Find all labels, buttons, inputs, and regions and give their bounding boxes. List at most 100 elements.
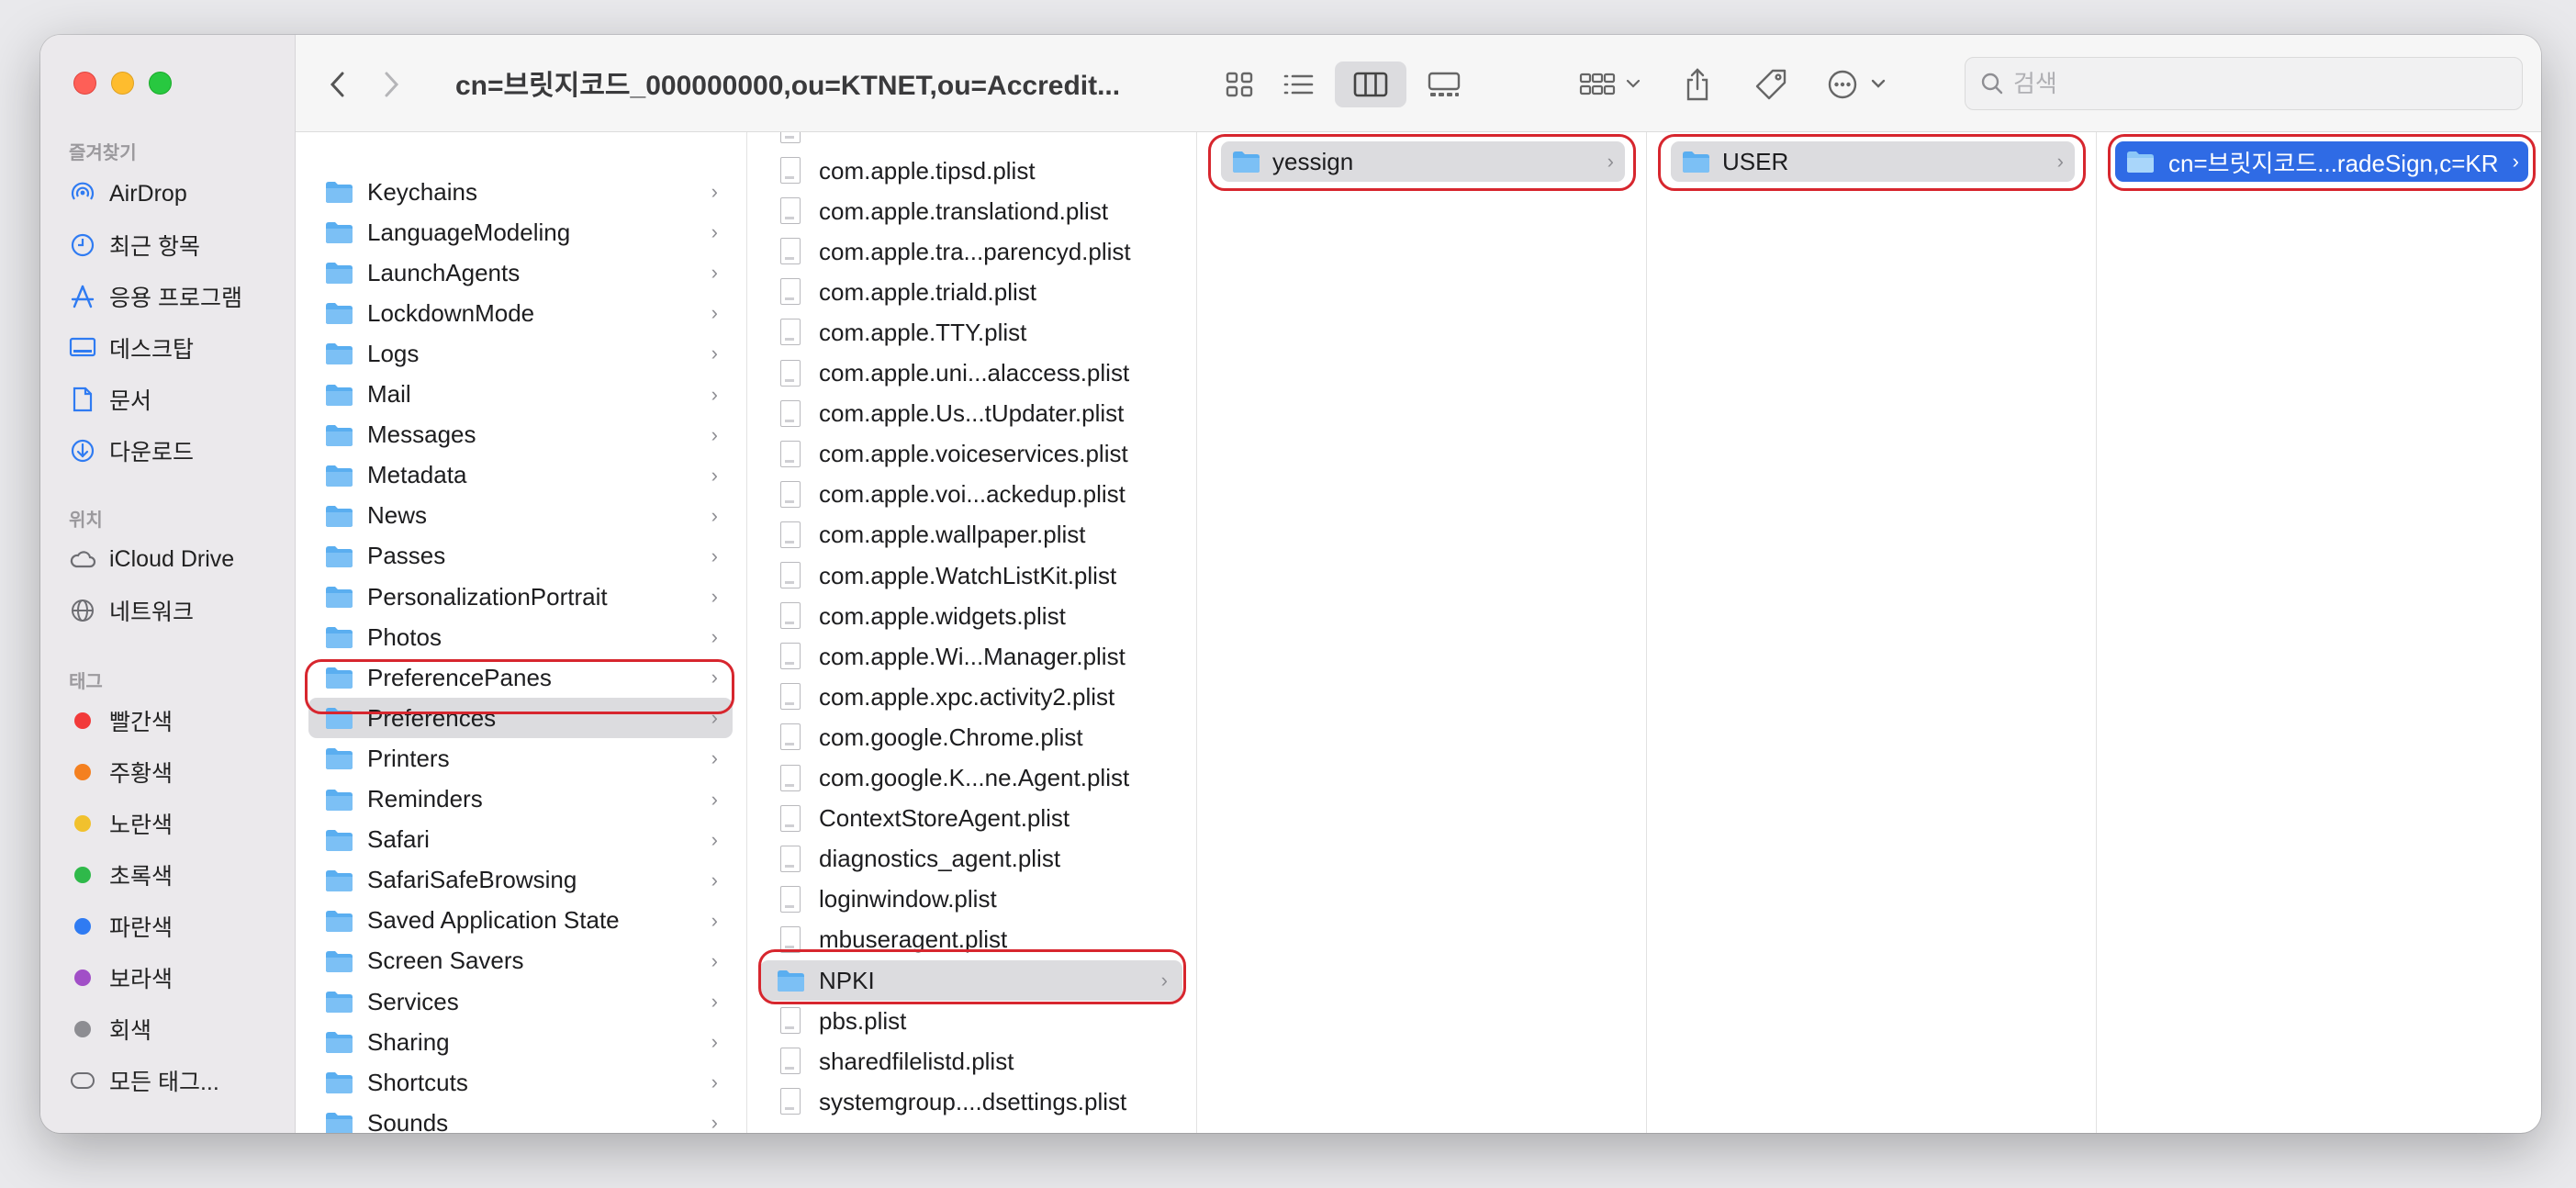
share-button[interactable] xyxy=(1674,62,1720,107)
list-view-button[interactable] xyxy=(1272,62,1324,107)
folder-row[interactable]: Screen Savers › xyxy=(308,941,733,981)
folder-row[interactable]: Reminders › xyxy=(308,779,733,820)
folder-row[interactable]: Safari › xyxy=(308,820,733,860)
folder-row[interactable]: News › xyxy=(308,496,733,536)
file-row[interactable]: com.apple.triald.plist xyxy=(760,272,1182,312)
share-icon xyxy=(1686,68,1708,101)
item-label: Sounds xyxy=(367,1108,449,1133)
folder-row[interactable]: Services › xyxy=(308,981,733,1022)
document-icon xyxy=(780,562,801,588)
file-row[interactable]: com.google.Chrome.plist xyxy=(760,717,1182,757)
folder-row[interactable]: Sounds › xyxy=(308,1103,733,1133)
file-row[interactable]: com.apple.tra...parencyd.plist xyxy=(760,231,1182,272)
sidebar-item-label: 데스크탑 xyxy=(109,337,195,363)
file-row[interactable]: loginwindow.plist xyxy=(760,880,1182,920)
folder-row[interactable]: PreferencePanes › xyxy=(308,657,733,698)
file-row[interactable]: com.apple.uni...alaccess.plist xyxy=(760,353,1182,394)
file-row[interactable]: com.apple.xpc.activity2.plist xyxy=(760,677,1182,717)
item-label: loginwindow.plist xyxy=(819,885,997,913)
zoom-button[interactable] xyxy=(149,72,172,95)
file-row[interactable]: com.apple.Us...tUpdater.plist xyxy=(760,394,1182,434)
folder-icon xyxy=(326,587,353,608)
file-row[interactable]: com.apple.TTY.plist xyxy=(760,312,1182,353)
file-row[interactable]: systemgroup....dsettings.plist xyxy=(760,1082,1182,1122)
sidebar-location-1[interactable]: iCloud Drive xyxy=(69,538,289,580)
item-label: com.apple.WatchListKit.plist xyxy=(819,561,1117,589)
forward-button[interactable] xyxy=(371,62,413,107)
file-row[interactable]: com.apple.translationd.plist xyxy=(760,191,1182,231)
folder-icon xyxy=(326,627,353,649)
back-button[interactable] xyxy=(316,62,358,107)
sidebar-tag-1[interactable]: 빨간색 xyxy=(69,700,289,742)
file-row[interactable] xyxy=(760,132,1182,151)
sidebar-tag-6[interactable]: 보라색 xyxy=(69,957,289,999)
sidebar-tag-2[interactable]: 주황색 xyxy=(69,751,289,793)
folder-icon xyxy=(326,343,353,365)
sidebar-item-6[interactable]: 다운로드 xyxy=(69,430,289,472)
file-row[interactable]: mbuseragent.plist xyxy=(760,920,1182,960)
folder-icon xyxy=(326,545,353,567)
file-row[interactable]: diagnostics_agent.plist xyxy=(760,839,1182,880)
sidebar-all-tags[interactable]: 모든 태그... xyxy=(69,1059,289,1102)
folder-row[interactable]: LanguageModeling › xyxy=(308,212,733,252)
sidebar-item-5[interactable]: 문서 xyxy=(69,378,289,420)
search-input[interactable] xyxy=(2013,69,2491,98)
sidebar-item-4[interactable]: 데스크탑 xyxy=(69,327,289,369)
file-row[interactable]: com.apple.wallpaper.plist xyxy=(760,515,1182,555)
sidebar-tag-7[interactable]: 회색 xyxy=(69,1008,289,1050)
folder-row[interactable]: Sharing › xyxy=(308,1022,733,1062)
folder-row[interactable]: PersonalizationPortrait › xyxy=(308,577,733,617)
column-4: USER › xyxy=(1647,132,2097,1133)
folder-icon xyxy=(326,384,353,406)
folder-row[interactable]: LockdownMode › xyxy=(308,293,733,333)
folder-row[interactable]: NPKI › xyxy=(760,960,1182,1001)
sidebar-tag-5[interactable]: 파란색 xyxy=(69,905,289,947)
minimize-button[interactable] xyxy=(111,72,134,95)
folder-row[interactable]: Shortcuts › xyxy=(308,1062,733,1103)
file-row[interactable]: com.apple.widgets.plist xyxy=(760,596,1182,636)
file-row[interactable]: com.google.K...ne.Agent.plist xyxy=(760,758,1182,799)
chevron-right-icon: › xyxy=(711,180,718,203)
folder-row[interactable]: USER › xyxy=(1671,141,2075,182)
file-row[interactable]: com.apple.WatchListKit.plist xyxy=(760,555,1182,596)
file-row[interactable]: pbs.plist xyxy=(760,1001,1182,1041)
folder-row[interactable]: Saved Application State › xyxy=(308,901,733,941)
folder-row[interactable]: Passes › xyxy=(308,536,733,577)
sidebar-item-3[interactable]: 응용 프로그램 xyxy=(69,275,289,318)
sidebar-tag-3[interactable]: 노란색 xyxy=(69,802,289,845)
document-icon xyxy=(780,480,801,508)
file-row[interactable]: com.apple.voi...ackedup.plist xyxy=(760,475,1182,515)
folder-row[interactable]: Keychains › xyxy=(308,172,733,212)
sidebar-item-label: AirDrop xyxy=(109,180,187,207)
chevron-right-icon: › xyxy=(711,746,718,770)
folder-row[interactable]: Logs › xyxy=(308,333,733,374)
folder-row[interactable]: Printers › xyxy=(308,738,733,779)
gallery-view-button[interactable] xyxy=(1416,62,1473,107)
search-field[interactable] xyxy=(1965,57,2523,110)
file-row[interactable]: com.apple.tipsd.plist xyxy=(760,151,1182,191)
folder-row[interactable]: Preferences › xyxy=(308,698,733,739)
close-button[interactable] xyxy=(73,72,96,95)
folder-row[interactable]: Messages › xyxy=(308,415,733,455)
column-view-button[interactable] xyxy=(1335,62,1406,107)
sidebar-item-2[interactable]: 최근 항목 xyxy=(69,224,289,266)
file-row[interactable]: sharedfilelistd.plist xyxy=(760,1041,1182,1082)
tags-button[interactable] xyxy=(1748,62,1794,107)
folder-row[interactable]: cn=브릿지코드...radeSign,c=KR › xyxy=(2115,141,2528,182)
tag-color-icon xyxy=(69,707,96,734)
folder-row[interactable]: Mail › xyxy=(308,375,733,415)
folder-row[interactable]: Metadata › xyxy=(308,455,733,496)
folder-row[interactable]: SafariSafeBrowsing › xyxy=(308,860,733,901)
group-button[interactable] xyxy=(1574,62,1649,107)
folder-row[interactable]: LaunchAgents › xyxy=(308,252,733,293)
more-actions-button[interactable] xyxy=(1823,62,1895,107)
sidebar-location-2[interactable]: 네트워크 xyxy=(69,589,289,632)
file-row[interactable]: com.apple.Wi...Manager.plist xyxy=(760,636,1182,677)
folder-row[interactable]: Photos › xyxy=(308,617,733,657)
icon-view-button[interactable] xyxy=(1214,62,1265,107)
sidebar-item-1[interactable]: AirDrop xyxy=(69,173,289,215)
sidebar-tag-4[interactable]: 초록색 xyxy=(69,854,289,896)
file-row[interactable]: com.apple.voiceservices.plist xyxy=(760,434,1182,475)
file-row[interactable]: ContextStoreAgent.plist xyxy=(760,799,1182,839)
folder-row[interactable]: yessign › xyxy=(1221,141,1625,182)
